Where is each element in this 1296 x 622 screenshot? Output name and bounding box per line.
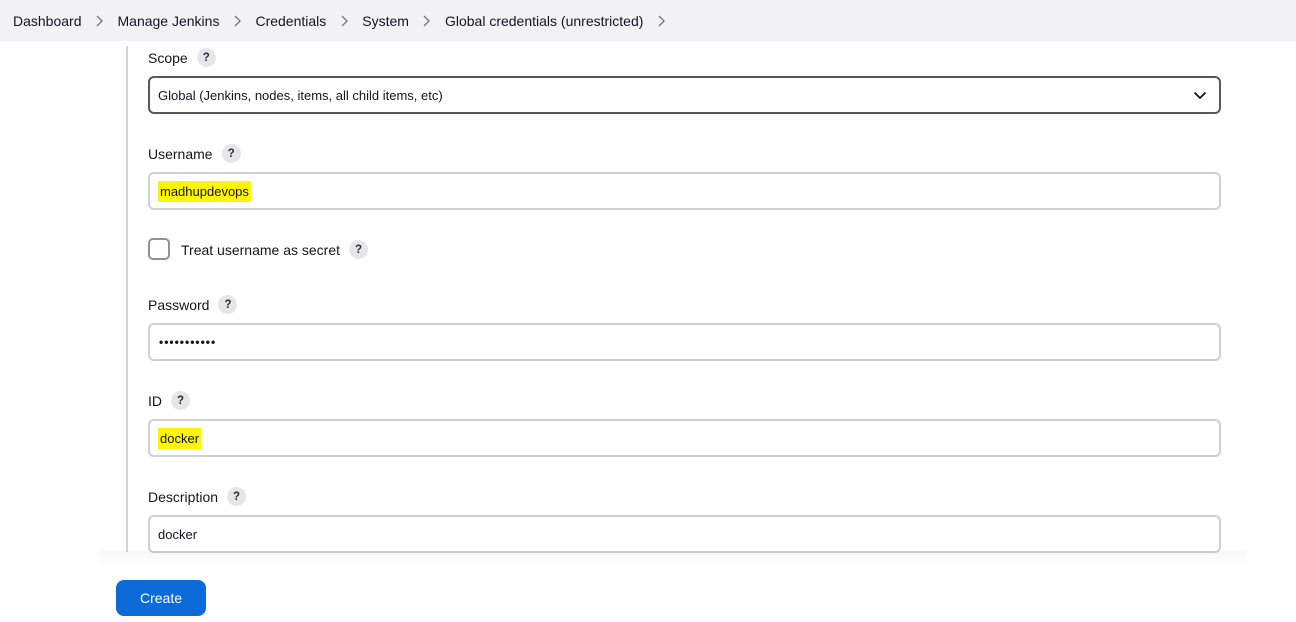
description-label: Description ?	[148, 487, 247, 506]
help-icon[interactable]: ?	[218, 295, 238, 314]
chevron-right-icon	[409, 15, 445, 27]
form-bottom-shade	[100, 551, 1246, 566]
treat-username-secret-checkbox[interactable]	[148, 238, 170, 260]
create-button[interactable]: Create	[116, 580, 206, 616]
username-label-text: Username	[148, 145, 213, 162]
id-input[interactable]: docker	[148, 419, 1221, 457]
password-input[interactable]: •••••••••••	[148, 323, 1221, 361]
treat-username-secret-label: Treat username as secret ?	[181, 240, 368, 259]
chevron-right-icon[interactable]	[643, 15, 679, 27]
chevron-right-icon	[219, 15, 255, 27]
scope-select-value: Global (Jenkins, nodes, items, all child…	[158, 87, 443, 103]
description-label-text: Description	[148, 488, 219, 505]
password-label-text: Password	[148, 296, 210, 313]
description-input[interactable]: docker	[148, 515, 1221, 553]
password-label: Password ?	[148, 295, 238, 314]
username-value: madhupdevops	[158, 180, 251, 202]
id-label: ID ?	[148, 391, 190, 410]
breadcrumb-global-credentials[interactable]: Global credentials (unrestricted)	[445, 13, 643, 29]
treat-username-secret-label-text: Treat username as secret	[181, 241, 340, 258]
username-label: Username ?	[148, 144, 241, 163]
chevron-right-icon	[82, 15, 118, 27]
id-label-text: ID	[148, 392, 162, 409]
help-icon[interactable]: ?	[221, 144, 241, 163]
help-icon[interactable]: ?	[171, 391, 190, 410]
scope-select[interactable]: Global (Jenkins, nodes, items, all child…	[148, 76, 1221, 114]
scope-label: Scope ?	[148, 48, 216, 67]
id-value: docker	[158, 427, 202, 449]
breadcrumb-dashboard[interactable]: Dashboard	[13, 13, 82, 29]
form-section-rule	[126, 46, 128, 552]
breadcrumb-system[interactable]: System	[362, 13, 409, 29]
chevron-down-icon	[1181, 91, 1219, 100]
username-input[interactable]: madhupdevops	[148, 172, 1221, 210]
breadcrumb-credentials[interactable]: Credentials	[255, 13, 326, 29]
scope-label-text: Scope	[148, 49, 188, 66]
chevron-right-icon	[326, 15, 362, 27]
breadcrumb: Dashboard Manage Jenkins Credentials Sys…	[0, 0, 1296, 41]
help-icon[interactable]: ?	[349, 240, 368, 259]
breadcrumb-manage-jenkins[interactable]: Manage Jenkins	[118, 13, 220, 29]
help-icon[interactable]: ?	[196, 48, 216, 67]
description-value: docker	[158, 526, 198, 542]
help-icon[interactable]: ?	[227, 487, 247, 506]
password-value: •••••••••••	[159, 335, 217, 349]
